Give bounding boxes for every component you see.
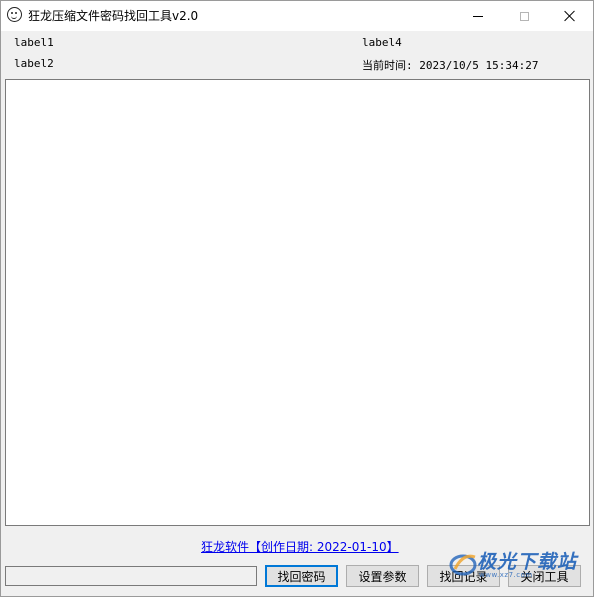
label2: label2 <box>14 57 54 70</box>
close-icon <box>564 10 576 22</box>
window-title: 狂龙压缩文件密码找回工具v2.0 <box>28 9 199 23</box>
maximize-icon <box>519 11 529 21</box>
minimize-button[interactable] <box>455 1 501 31</box>
app-face-icon <box>7 7 22 22</box>
watermark-text: 极光下载站 <box>477 551 578 573</box>
current-time-label: 当前时间: 2023/10/5 15:34:27 <box>362 59 539 72</box>
maximize-button[interactable] <box>501 1 547 31</box>
footer-link[interactable]: 狂龙软件【创作日期: 2022-01-10】 <box>201 538 399 555</box>
app-window: 狂龙压缩文件密码找回工具v2.0 label1 label2 label4 当前… <box>0 0 594 597</box>
label1: label1 <box>14 36 54 49</box>
minimize-icon <box>473 15 483 17</box>
close-window-button[interactable] <box>547 1 593 31</box>
password-field[interactable] <box>5 566 257 586</box>
log-textarea[interactable] <box>5 79 590 526</box>
watermark-subtext: www.xz7.com <box>479 571 533 579</box>
find-password-button[interactable]: 找回密码 <box>265 565 338 587</box>
title-bar[interactable]: 狂龙压缩文件密码找回工具v2.0 <box>1 1 593 31</box>
settings-button[interactable]: 设置参数 <box>346 565 419 587</box>
label4: label4 <box>362 36 402 49</box>
